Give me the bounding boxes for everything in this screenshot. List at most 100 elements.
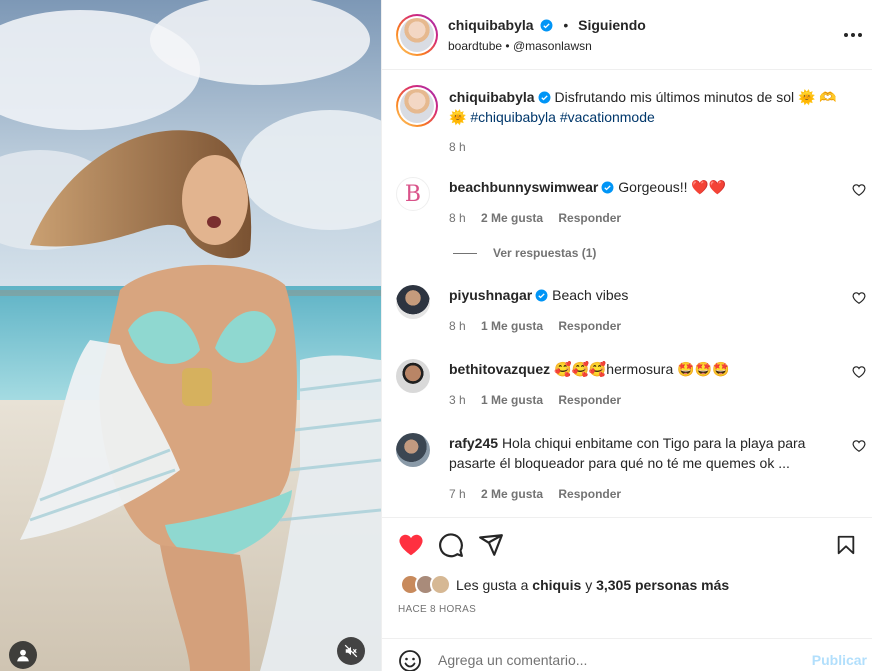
more-options-icon [844, 33, 862, 37]
heart-outline-icon[interactable] [852, 365, 866, 379]
following-button[interactable]: Siguiendo [578, 17, 646, 33]
comment-text-line: rafy245 Hola chiqui enbitame con Tigo pa… [449, 433, 849, 473]
likes-summary: Les gusta a chiquis y 3,305 personas más [400, 574, 729, 596]
post-comment-button[interactable]: Publicar [812, 652, 867, 668]
reply-button[interactable]: Responder [558, 319, 621, 333]
comment-username[interactable]: piyushnagar [449, 287, 532, 303]
author-line: chiquibabyla • Siguiendo [448, 17, 646, 33]
header-separator: • [563, 17, 569, 33]
author-username[interactable]: chiquibabyla [448, 17, 534, 33]
comment-icon[interactable] [438, 532, 464, 558]
commenter-avatar[interactable] [396, 359, 430, 393]
collaborator-link[interactable]: @masonlawsn [513, 39, 592, 53]
comment-text: 🥰🥰🥰hermosura 🤩🤩🤩 [554, 361, 730, 377]
view-replies-label: Ver respuestas (1) [493, 246, 597, 260]
caption-text: chiquibabyla Disfrutando mis últimos min… [449, 87, 849, 127]
comment-item: B beachbunnyswimwear Gorgeous!! ❤️❤️ 8 h… [396, 177, 866, 237]
likes-conjunction: y [585, 577, 593, 593]
verified-badge-icon [541, 19, 553, 32]
comment-text-line: beachbunnyswimwear Gorgeous!! ❤️❤️ [449, 177, 849, 197]
emoji-icon[interactable] [398, 649, 422, 671]
heart-outline-icon[interactable] [852, 183, 866, 197]
audio-separator: • [505, 39, 510, 53]
comment-text: Beach vibes [552, 287, 629, 303]
user-tag-icon [17, 649, 29, 662]
verified-badge-icon [538, 91, 551, 104]
comment-meta: 3 h 1 Me gusta Responder [449, 390, 849, 410]
comment-username[interactable]: beachbunnyswimwear [449, 179, 598, 195]
commenter-avatar[interactable]: B [396, 177, 430, 211]
comment-likes[interactable]: 2 Me gusta [481, 211, 543, 225]
caption-body: chiquibabyla Disfrutando mis últimos min… [449, 87, 849, 157]
post-photo [0, 0, 381, 671]
comment-time[interactable]: 8 h [449, 211, 466, 225]
comment-likes[interactable]: 1 Me gusta [481, 319, 543, 333]
commenter-avatar[interactable] [396, 285, 430, 319]
comment-item: piyushnagar Beach vibes 8 h 1 Me gusta R… [396, 285, 866, 345]
comment-text-line: piyushnagar Beach vibes [449, 285, 849, 305]
comment-time[interactable]: 7 h [449, 487, 466, 501]
comment-username[interactable]: rafy245 [449, 435, 498, 451]
likes-count[interactable]: 3,305 personas más [596, 577, 729, 593]
verified-badge-icon [601, 181, 614, 194]
comment-input[interactable] [438, 648, 798, 671]
heart-filled-icon[interactable] [398, 532, 424, 558]
verified-badge-icon [535, 289, 548, 302]
heart-outline-icon[interactable] [852, 439, 866, 453]
post-actions: Les gusta a chiquis y 3,305 personas más… [382, 517, 872, 671]
comment-text: Gorgeous!! ❤️❤️ [618, 179, 727, 195]
reply-button[interactable]: Responder [558, 211, 621, 225]
hands-emoji: 🫶 [819, 89, 837, 105]
comment-username[interactable]: bethitovazquez [449, 361, 550, 377]
likes-prefix: Les gusta a [456, 577, 529, 593]
caption-time[interactable]: 8 h [449, 140, 466, 154]
audio-link[interactable]: boardtube [448, 39, 502, 53]
comments-list[interactable]: chiquibabyla Disfrutando mis últimos min… [382, 71, 872, 516]
comment-body: bethitovazquez 🥰🥰🥰hermosura 🤩🤩🤩 3 h 1 Me… [449, 359, 849, 410]
comment-item: rafy245 Hola chiqui enbitame con Tigo pa… [396, 433, 866, 513]
liker-avatars[interactable] [400, 574, 452, 596]
comment-body: rafy245 Hola chiqui enbitame con Tigo pa… [449, 433, 849, 504]
reply-button[interactable]: Responder [558, 487, 621, 501]
share-icon[interactable] [478, 532, 504, 558]
reply-button[interactable]: Responder [558, 393, 621, 407]
caption-meta: 8 h [449, 137, 849, 157]
caption-message: Disfrutando mis últimos minutos de sol [554, 89, 795, 105]
heart-outline-icon[interactable] [852, 291, 866, 305]
commenter-avatar[interactable] [396, 433, 430, 467]
comment-text: Hola chiqui enbitame con Tigo para la pl… [449, 435, 806, 471]
audio-line: boardtube • @masonlawsn [448, 39, 592, 53]
sun-emoji-2: 🌞 [449, 109, 467, 125]
replies-divider [453, 252, 477, 254]
comment-likes[interactable]: 2 Me gusta [481, 487, 543, 501]
comment-meta: 8 h 2 Me gusta Responder [449, 208, 849, 228]
caption-hashtags[interactable]: #chiquibabyla #vacationmode [470, 109, 654, 125]
caption-username[interactable]: chiquibabyla [449, 89, 535, 105]
comment-time[interactable]: 3 h [449, 393, 466, 407]
liker-username[interactable]: chiquis [532, 577, 581, 593]
user-tags-button[interactable] [9, 641, 37, 669]
caption: chiquibabyla Disfrutando mis últimos min… [396, 85, 866, 155]
comment-likes[interactable]: 1 Me gusta [481, 393, 543, 407]
comment-body: beachbunnyswimwear Gorgeous!! ❤️❤️ 8 h 2… [449, 177, 849, 228]
more-options-button[interactable] [841, 25, 865, 45]
view-replies-button[interactable]: Ver respuestas (1) [453, 246, 596, 260]
post-timestamp[interactable]: HACE 8 HORAS [398, 604, 476, 615]
comment-item: bethitovazquez 🥰🥰🥰hermosura 🤩🤩🤩 3 h 1 Me… [396, 359, 866, 419]
sun-emoji: 🌞 [798, 89, 816, 105]
author-avatar[interactable] [396, 14, 438, 56]
post-media[interactable] [0, 0, 381, 671]
comment-text-line: bethitovazquez 🥰🥰🥰hermosura 🤩🤩🤩 [449, 359, 849, 379]
caption-avatar[interactable] [396, 85, 438, 127]
muted-audio-icon [344, 644, 358, 658]
post-header: chiquibabyla • Siguiendo boardtube • @ma… [382, 0, 872, 70]
comment-meta: 7 h 2 Me gusta Responder [449, 484, 849, 504]
comment-time[interactable]: 8 h [449, 319, 466, 333]
post-details-panel: chiquibabyla • Siguiendo boardtube • @ma… [381, 0, 872, 671]
add-comment-bar: Publicar [382, 638, 872, 671]
bookmark-icon[interactable] [835, 532, 857, 558]
mute-audio-button[interactable] [337, 637, 365, 665]
comment-body: piyushnagar Beach vibes 8 h 1 Me gusta R… [449, 285, 849, 336]
liker-avatar [430, 574, 451, 595]
comment-meta: 8 h 1 Me gusta Responder [449, 316, 849, 336]
